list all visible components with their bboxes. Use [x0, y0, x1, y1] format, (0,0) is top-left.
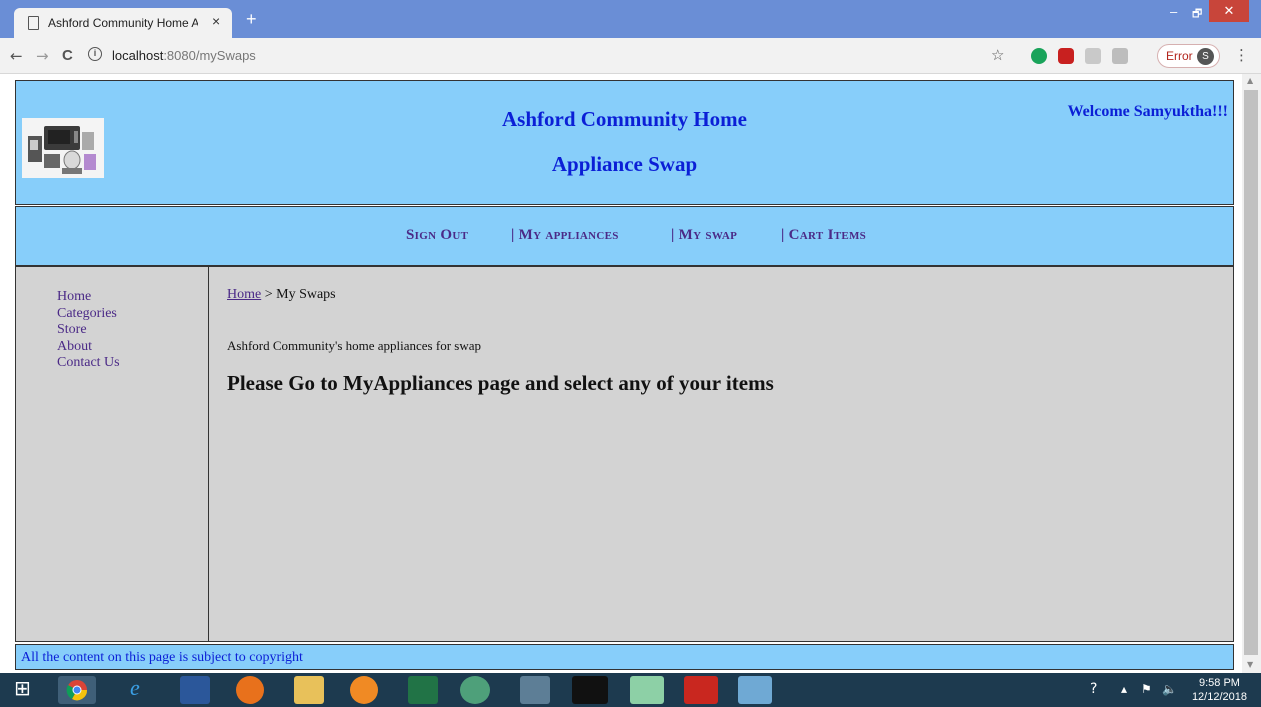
- page-description: Ashford Community's home appliances for …: [227, 338, 481, 353]
- scroll-up-arrow-icon[interactable]: ▲: [1247, 76, 1253, 85]
- excel-taskbar-icon[interactable]: [408, 676, 438, 704]
- profile-avatar: S: [1197, 48, 1214, 65]
- copyright-text: All the content on this page is subject …: [21, 650, 303, 665]
- sidebar-item-home[interactable]: Home: [57, 289, 120, 306]
- welcome-message: Welcome Samyuktha!!!: [1067, 103, 1228, 120]
- nav-sign-out[interactable]: Sign Out: [406, 227, 468, 244]
- address-bar[interactable]: localhost:8080/mySwaps: [112, 48, 256, 63]
- firefox-icon[interactable]: [350, 676, 378, 704]
- site-title: Ashford Community Home: [502, 107, 747, 131]
- firefox-dev-icon[interactable]: [236, 676, 264, 704]
- file-explorer-icon[interactable]: [294, 676, 324, 704]
- close-tab-icon[interactable]: ×: [212, 13, 220, 29]
- reload-icon[interactable]: C: [62, 47, 73, 64]
- minimize-button[interactable]: –: [1170, 4, 1177, 19]
- main-content: Home > My Swaps Ashford Community's home…: [209, 266, 1234, 642]
- browser-toolbar: ← → C i localhost:8080/mySwaps ☆ Error S…: [0, 38, 1261, 74]
- command-prompt-icon[interactable]: [572, 676, 608, 704]
- grammarly-extension-icon[interactable]: [1031, 48, 1047, 64]
- page-viewport: Ashford Community Home Appliance Swap We…: [0, 74, 1242, 673]
- new-tab-button[interactable]: +: [246, 9, 257, 30]
- extension-icon[interactable]: [1085, 48, 1101, 64]
- sidebar-item-store[interactable]: Store: [57, 322, 120, 339]
- sidebar: Home Categories Store About Contact Us: [15, 266, 209, 642]
- volume-icon[interactable]: 🔈: [1162, 682, 1177, 696]
- browser-title-bar: Ashford Community Home Appli × + – 🗗 ✕: [0, 0, 1261, 38]
- mysql-workbench-icon[interactable]: [520, 676, 550, 704]
- back-arrow-icon[interactable]: ←: [10, 47, 23, 65]
- adblock-extension-icon[interactable]: [1058, 48, 1074, 64]
- tab-title: Ashford Community Home Appli: [48, 16, 198, 30]
- tray-expand-icon[interactable]: ▴: [1121, 682, 1127, 696]
- swap-notice-heading: Please Go to MyAppliances page and selec…: [227, 371, 774, 395]
- sidebar-item-about[interactable]: About: [57, 339, 120, 356]
- chrome-taskbar-icon[interactable]: [58, 676, 96, 704]
- breadcrumb: Home > My Swaps: [227, 287, 336, 303]
- help-icon[interactable]: ?: [1090, 681, 1097, 697]
- nav-my-swap[interactable]: | My swap: [671, 227, 737, 244]
- atom-editor-icon[interactable]: [460, 676, 490, 704]
- nav-cart-items[interactable]: | Cart Items: [781, 227, 866, 244]
- breadcrumb-current: > My Swaps: [261, 287, 336, 302]
- bookmark-star-icon[interactable]: ☆: [991, 46, 1004, 64]
- scroll-thumb[interactable]: [1244, 90, 1258, 655]
- clock-date: 12/12/2018: [1191, 691, 1247, 703]
- page-scrollbar[interactable]: ▲ ▼: [1242, 74, 1261, 673]
- internet-explorer-icon[interactable]: e: [130, 675, 140, 701]
- url-path: :8080/mySwaps: [163, 48, 256, 63]
- top-navigation: Sign Out | My appliances | My swap | Car…: [15, 206, 1234, 266]
- browser-tab[interactable]: Ashford Community Home Appli ×: [14, 8, 232, 38]
- scroll-down-arrow-icon[interactable]: ▼: [1247, 660, 1253, 669]
- profile-error-button[interactable]: Error S: [1157, 44, 1220, 68]
- site-subtitle: Appliance Swap: [551, 152, 698, 176]
- windows-taskbar: ⊞ e ? ▴ ⚑ 🔈 9:58 PM 12/12/2018: [0, 673, 1261, 707]
- network-flag-icon[interactable]: ⚑: [1141, 682, 1152, 696]
- acrobat-reader-icon[interactable]: [684, 676, 718, 704]
- word-taskbar-icon[interactable]: [180, 676, 210, 704]
- browser-menu-icon[interactable]: ⋮: [1234, 46, 1249, 64]
- site-footer: All the content on this page is subject …: [15, 644, 1234, 670]
- sidebar-menu: Home Categories Store About Contact Us: [57, 289, 120, 372]
- site-info-icon[interactable]: i: [88, 47, 102, 61]
- close-window-button[interactable]: ✕: [1209, 0, 1249, 22]
- page-icon: [28, 16, 39, 30]
- system-clock[interactable]: 9:58 PM 12/12/2018: [1192, 676, 1247, 704]
- error-label: Error: [1166, 49, 1193, 63]
- sidebar-item-categories[interactable]: Categories: [57, 306, 120, 323]
- snipping-tool-icon[interactable]: [738, 676, 772, 704]
- extension-puzzle-icon[interactable]: [1112, 48, 1128, 64]
- url-host: localhost: [112, 48, 164, 63]
- nav-my-appliances[interactable]: | My appliances: [511, 227, 619, 244]
- sidebar-item-contact-us[interactable]: Contact Us: [57, 355, 120, 372]
- forward-arrow-icon[interactable]: →: [36, 47, 49, 65]
- clock-time: 9:58 PM: [1198, 677, 1240, 689]
- site-header: Ashford Community Home Appliance Swap We…: [15, 80, 1234, 205]
- sticky-notes-icon[interactable]: [630, 676, 664, 704]
- windows-start-icon[interactable]: ⊞: [14, 676, 31, 700]
- breadcrumb-home-link[interactable]: Home: [227, 287, 261, 302]
- restore-button[interactable]: 🗗: [1192, 5, 1202, 24]
